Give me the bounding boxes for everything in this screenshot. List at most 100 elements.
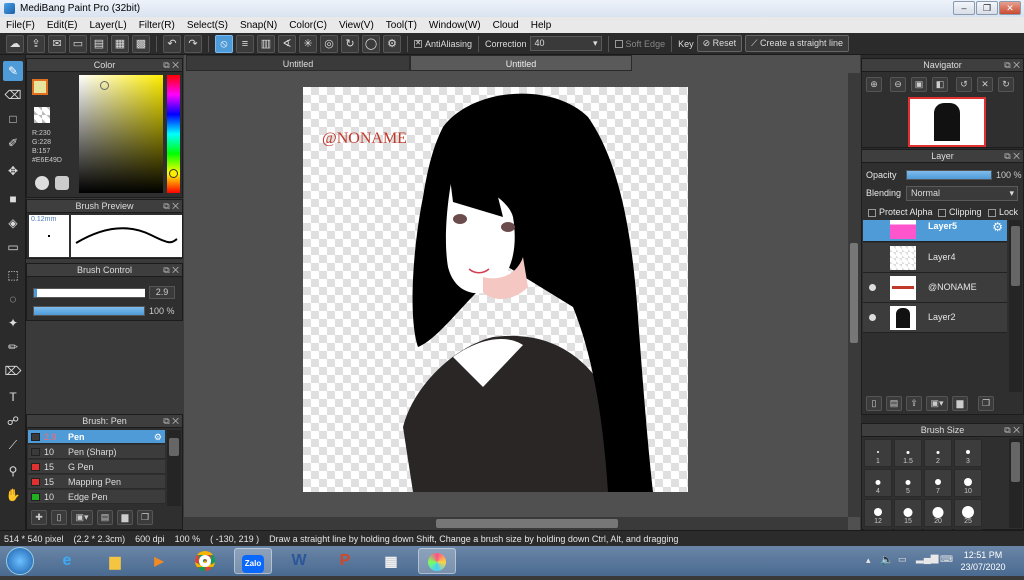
hue-handle[interactable]	[169, 169, 178, 178]
text-tool-icon[interactable]: T	[3, 387, 23, 407]
menu-window[interactable]: Window(W)	[429, 20, 481, 31]
snap-perspective-icon[interactable]: ∢	[278, 34, 296, 53]
close-button[interactable]: ✕	[999, 1, 1021, 15]
network-icon[interactable]: ▂▄▆	[916, 553, 938, 564]
fill-rect-tool-icon[interactable]: ■	[3, 189, 23, 209]
brush-opacity-slider[interactable]	[33, 306, 145, 316]
brush-size-option[interactable]: 10	[954, 469, 982, 497]
brush-item-pen[interactable]: 2.9 Pen ⚙	[28, 430, 165, 444]
brush-size-slider[interactable]	[33, 288, 145, 298]
select-pen-tool-icon[interactable]: ✏	[3, 337, 23, 357]
menu-select[interactable]: Select(S)	[187, 20, 228, 31]
rotate-right-icon[interactable]: ↻	[998, 77, 1014, 92]
copy-layer-icon[interactable]: ⇪	[906, 396, 922, 411]
bucket-tool-icon[interactable]: ◈	[3, 213, 23, 233]
maximize-button[interactable]: ❐	[976, 1, 998, 15]
share-icon[interactable]: ⇪	[27, 34, 45, 53]
brush-size-scrollbar[interactable]	[1009, 438, 1022, 528]
layer-row-layer2[interactable]: Layer2	[863, 303, 1007, 333]
battery-icon[interactable]: ▭	[898, 554, 907, 565]
soft-edge-checkbox[interactable]: Soft Edge	[614, 39, 665, 49]
correction-select[interactable]: 40 ▾	[529, 36, 602, 51]
brush-size-option[interactable]: 1.5	[894, 439, 922, 467]
shape-tool-icon[interactable]: □	[3, 109, 23, 129]
visibility-icon[interactable]	[869, 314, 876, 321]
grid-icon[interactable]: ▦	[111, 34, 129, 53]
hand-tool-icon[interactable]: ✋	[3, 485, 23, 505]
operation-tool-icon[interactable]: ☍	[3, 411, 23, 431]
lock-checkbox[interactable]: Lock	[988, 207, 1018, 217]
zoom-out-icon[interactable]: ⊖	[890, 77, 906, 92]
select-tool-icon[interactable]: ⬚	[3, 265, 23, 285]
brush-menu-icon[interactable]: ▣▾	[71, 510, 93, 525]
tab-untitled-2[interactable]: Untitled	[410, 55, 632, 71]
brush-item-edge-pen[interactable]: 10 Edge Pen	[28, 490, 165, 504]
eyedropper-tool-icon[interactable]: ⚲	[3, 461, 23, 481]
divide-tool-icon[interactable]: ⟋	[3, 435, 23, 455]
antialiasing-checkbox[interactable]: ✕ AntiAliasing	[414, 39, 472, 49]
comment-icon[interactable]: ✉	[48, 34, 66, 53]
brush-size-option[interactable]: 1	[864, 439, 892, 467]
brush-list-scrollbar[interactable]	[167, 430, 181, 506]
menu-snap[interactable]: Snap(N)	[240, 20, 277, 31]
new-file-icon[interactable]: ▭	[69, 34, 87, 53]
chrome-icon[interactable]	[186, 548, 224, 574]
duplicate-layer-icon[interactable]: ❐	[978, 396, 994, 411]
snap-off-icon[interactable]: ⦸	[215, 34, 233, 53]
medibang-taskbar-icon[interactable]	[418, 548, 456, 574]
brush-size-value[interactable]: 2.9	[149, 286, 175, 299]
zoom-in-icon[interactable]: ⊕	[866, 77, 882, 92]
gear-icon[interactable]: ⚙	[154, 430, 162, 444]
gradient-tool-icon[interactable]: ▭	[3, 237, 23, 257]
add-brush-icon[interactable]: ✚	[31, 510, 47, 525]
layer-row-layer4[interactable]: Layer4	[863, 243, 1007, 273]
snap-radial-icon[interactable]: ✳	[299, 34, 317, 53]
duplicate-brush-icon[interactable]: ❐	[137, 510, 153, 525]
brush-size-option[interactable]: 2	[924, 439, 952, 467]
snap-settings-icon[interactable]: ⚙	[383, 34, 401, 53]
layer-folder-icon[interactable]: ▆	[952, 396, 968, 411]
redo-icon[interactable]: ↷	[184, 34, 202, 53]
new-brush-icon[interactable]: ▯	[51, 510, 67, 525]
palette-icon[interactable]	[35, 176, 49, 190]
volume-icon[interactable]: 🔈	[880, 553, 894, 566]
start-button[interactable]	[6, 547, 34, 575]
straight-line-button[interactable]: ⟋ Create a straight line	[745, 35, 850, 52]
brush-size-option[interactable]: 20	[924, 499, 952, 527]
brush-size-option[interactable]: 25	[954, 499, 982, 527]
reset-view-icon[interactable]: ✕	[977, 77, 993, 92]
reset-button[interactable]: ⊘ Reset	[696, 35, 743, 52]
rotate-left-icon[interactable]: ↺	[956, 77, 972, 92]
gear-icon[interactable]: ⚙	[992, 220, 1003, 234]
new-halftone-layer-icon[interactable]: ▤	[886, 396, 902, 411]
menu-color[interactable]: Color(C)	[289, 20, 327, 31]
dot-tool-icon[interactable]: ✐	[3, 133, 23, 153]
eraser-tool-icon[interactable]: ⌫	[3, 85, 23, 105]
panel-controls-icon[interactable]: ⧉ ✕	[163, 59, 179, 72]
move-tool-icon[interactable]: ✥	[3, 161, 23, 181]
menu-help[interactable]: Help	[531, 20, 552, 31]
layer-list-scrollbar[interactable]	[1009, 220, 1022, 392]
tray-up-icon[interactable]: ▴	[866, 555, 871, 566]
drawing-canvas[interactable]: @NONAME	[303, 87, 688, 492]
brush-size-option[interactable]: 5	[894, 469, 922, 497]
layer-opacity-slider[interactable]	[906, 170, 992, 180]
magic-wand-tool-icon[interactable]: ✦	[3, 313, 23, 333]
menu-tool[interactable]: Tool(T)	[386, 20, 417, 31]
snap-curve-icon[interactable]: ↻	[341, 34, 359, 53]
primary-color-swatch[interactable]	[32, 79, 48, 95]
menu-edit[interactable]: Edit(E)	[47, 20, 78, 31]
color-picker-handle[interactable]	[100, 81, 109, 90]
brush-size-option[interactable]: 15	[894, 499, 922, 527]
blending-select[interactable]: Normal ▾	[906, 186, 1018, 201]
brush-item-g-pen[interactable]: 15 G Pen	[28, 460, 165, 474]
tiles-icon[interactable]: ▩	[132, 34, 150, 53]
layer-row-noname[interactable]: @NONAME	[863, 273, 1007, 303]
keyboard-icon[interactable]: ⌨	[940, 554, 953, 565]
brush-size-option[interactable]: 7	[924, 469, 952, 497]
snap-circle-icon[interactable]: ◎	[320, 34, 338, 53]
menu-filter[interactable]: Filter(R)	[139, 20, 175, 31]
file-explorer-icon[interactable]: ▆	[96, 548, 134, 574]
lasso-tool-icon[interactable]: ◌	[3, 289, 23, 309]
transparent-swatch[interactable]	[34, 107, 50, 123]
